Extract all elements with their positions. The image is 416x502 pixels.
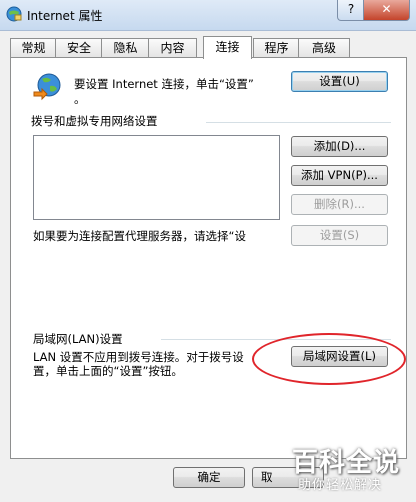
connections-panel: 要设置 Internet 连接，单击“设置” 。 设置(U) 拨号和虚拟专用网络… — [10, 57, 407, 459]
tab-general[interactable]: 常规 — [10, 38, 57, 58]
add-button[interactable]: 添加(D)... — [291, 136, 388, 157]
tab-content[interactable]: 内容 — [148, 38, 197, 58]
window-title: Internet 属性 — [27, 9, 103, 23]
tab-security[interactable]: 安全 — [55, 38, 103, 58]
remove-button[interactable]: 删除(R)... — [291, 194, 388, 215]
tab-programs[interactable]: 程序 — [253, 38, 300, 58]
globe-network-icon — [33, 73, 61, 101]
close-button[interactable]: ✕ — [363, 0, 410, 21]
internet-options-icon — [6, 6, 22, 22]
title-bar[interactable]: Internet 属性 ? ✕ — [0, 0, 416, 31]
tab-connections[interactable]: 连接 — [203, 36, 252, 59]
annotation-ellipse — [252, 333, 406, 385]
tab-advanced[interactable]: 高级 — [298, 38, 350, 58]
lan-heading: 局域网(LAN)设置 — [33, 332, 123, 346]
ok-button[interactable]: 确定 — [173, 467, 245, 488]
dialup-heading: 拨号和虚拟专用网络设置 — [31, 114, 158, 128]
dialup-divider — [206, 122, 391, 123]
add-vpn-button[interactable]: 添加 VPN(P)... — [291, 165, 388, 186]
connections-listbox[interactable] — [33, 135, 280, 220]
tab-privacy[interactable]: 隐私 — [101, 38, 150, 58]
lan-text-line2: 置，单击上面的“设置”按钮。 — [33, 364, 183, 378]
setup-text-line2: 。 — [74, 92, 86, 106]
watermark-slogan: 助你轻松解决 — [298, 478, 383, 493]
help-button[interactable]: ? — [337, 0, 365, 21]
proxy-text: 如果要为连接配置代理服务器，请选择“设 — [33, 229, 246, 243]
setup-button[interactable]: 设置(U) — [291, 71, 388, 92]
setup-text-line1: 要设置 Internet 连接，单击“设置” — [74, 77, 254, 91]
settings-button[interactable]: 设置(S) — [291, 225, 388, 246]
